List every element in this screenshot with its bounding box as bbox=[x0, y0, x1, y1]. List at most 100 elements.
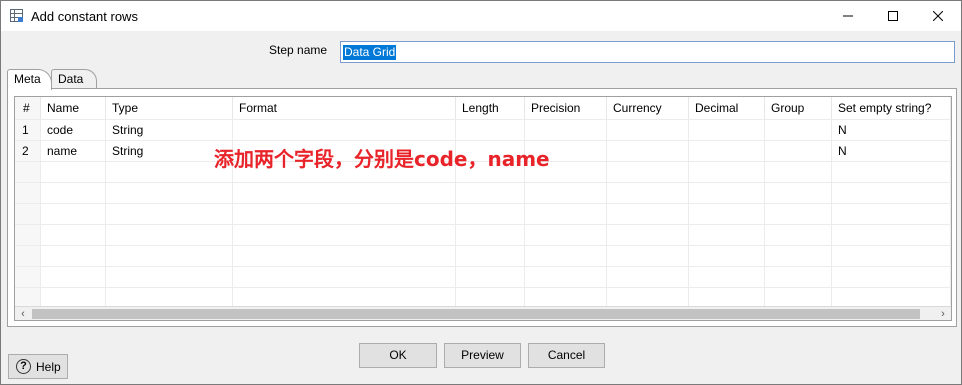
table-cell[interactable] bbox=[106, 246, 233, 266]
table-cell[interactable] bbox=[456, 120, 525, 140]
tab-meta[interactable]: Meta bbox=[7, 69, 52, 90]
table-cell[interactable] bbox=[765, 267, 832, 287]
scroll-left-icon[interactable]: ‹ bbox=[15, 307, 31, 320]
ok-button[interactable]: OK bbox=[359, 343, 437, 368]
table-cell[interactable] bbox=[525, 225, 607, 245]
table-cell[interactable] bbox=[765, 183, 832, 203]
table-cell[interactable] bbox=[233, 288, 456, 308]
table-cell[interactable] bbox=[689, 141, 765, 161]
table-cell[interactable] bbox=[765, 120, 832, 140]
table-cell[interactable] bbox=[233, 120, 456, 140]
table-cell[interactable] bbox=[525, 288, 607, 308]
table-cell[interactable] bbox=[525, 246, 607, 266]
table-cell[interactable] bbox=[41, 204, 106, 224]
table-cell[interactable] bbox=[832, 288, 951, 308]
column-header[interactable]: Set empty string? bbox=[832, 97, 951, 119]
empty-row[interactable] bbox=[15, 245, 951, 266]
scroll-right-icon[interactable]: › bbox=[935, 307, 951, 320]
empty-row[interactable] bbox=[15, 182, 951, 203]
table-cell[interactable] bbox=[765, 141, 832, 161]
table-cell[interactable] bbox=[607, 225, 689, 245]
table-cell[interactable] bbox=[689, 225, 765, 245]
table-cell[interactable] bbox=[689, 120, 765, 140]
step-name-input[interactable]: Data Grid bbox=[340, 41, 955, 63]
table-cell[interactable] bbox=[41, 225, 106, 245]
table-cell[interactable] bbox=[41, 267, 106, 287]
table-cell[interactable] bbox=[689, 246, 765, 266]
empty-row[interactable] bbox=[15, 224, 951, 245]
table-cell[interactable] bbox=[607, 183, 689, 203]
table-cell[interactable] bbox=[689, 204, 765, 224]
table-cell[interactable] bbox=[456, 267, 525, 287]
table-cell[interactable] bbox=[525, 120, 607, 140]
table-cell[interactable]: N bbox=[832, 120, 951, 140]
table-cell[interactable] bbox=[689, 183, 765, 203]
table-cell[interactable] bbox=[832, 162, 951, 182]
preview-button[interactable]: Preview bbox=[444, 343, 521, 368]
empty-row[interactable] bbox=[15, 203, 951, 224]
table-cell[interactable] bbox=[41, 288, 106, 308]
maximize-button[interactable] bbox=[870, 1, 916, 31]
table-cell[interactable] bbox=[607, 246, 689, 266]
empty-row[interactable] bbox=[15, 287, 951, 308]
help-button[interactable]: ? Help bbox=[8, 354, 68, 379]
table-cell[interactable] bbox=[689, 288, 765, 308]
table-cell[interactable] bbox=[106, 288, 233, 308]
minimize-button[interactable] bbox=[825, 1, 871, 31]
table-cell[interactable] bbox=[233, 267, 456, 287]
table-cell[interactable] bbox=[607, 204, 689, 224]
table-cell[interactable]: String bbox=[106, 120, 233, 140]
table-cell[interactable] bbox=[832, 204, 951, 224]
table-cell[interactable] bbox=[106, 225, 233, 245]
table-cell[interactable] bbox=[689, 162, 765, 182]
column-header[interactable]: Length bbox=[456, 97, 525, 119]
column-header[interactable]: Name bbox=[41, 97, 106, 119]
table-cell[interactable] bbox=[832, 267, 951, 287]
table-cell[interactable] bbox=[106, 267, 233, 287]
table-cell[interactable]: code bbox=[41, 120, 106, 140]
column-header[interactable]: Type bbox=[106, 97, 233, 119]
column-header[interactable]: Group bbox=[765, 97, 832, 119]
horizontal-scrollbar[interactable]: ‹ › bbox=[15, 306, 951, 320]
table-cell[interactable] bbox=[607, 141, 689, 161]
table-cell[interactable] bbox=[106, 183, 233, 203]
table-cell[interactable] bbox=[525, 183, 607, 203]
table-cell[interactable] bbox=[765, 246, 832, 266]
table-cell[interactable] bbox=[233, 246, 456, 266]
table-cell[interactable]: N bbox=[832, 141, 951, 161]
table-cell[interactable] bbox=[106, 204, 233, 224]
table-cell[interactable] bbox=[765, 162, 832, 182]
table-row[interactable]: 1 code String N bbox=[15, 119, 951, 140]
table-cell[interactable] bbox=[456, 183, 525, 203]
table-cell[interactable] bbox=[689, 267, 765, 287]
scrollbar-thumb[interactable] bbox=[32, 309, 920, 319]
table-cell[interactable] bbox=[456, 204, 525, 224]
table-cell[interactable] bbox=[233, 225, 456, 245]
table-cell[interactable] bbox=[233, 183, 456, 203]
table-cell[interactable] bbox=[41, 162, 106, 182]
table-cell[interactable]: name bbox=[41, 141, 106, 161]
tab-data[interactable]: Data bbox=[51, 69, 97, 88]
table-cell[interactable] bbox=[832, 183, 951, 203]
table-cell[interactable] bbox=[832, 225, 951, 245]
table-cell[interactable] bbox=[456, 288, 525, 308]
table-cell[interactable] bbox=[607, 267, 689, 287]
table-cell[interactable] bbox=[525, 267, 607, 287]
table-cell[interactable] bbox=[765, 225, 832, 245]
table-cell[interactable] bbox=[765, 204, 832, 224]
table-cell[interactable] bbox=[607, 162, 689, 182]
table-cell[interactable] bbox=[233, 204, 456, 224]
table-cell[interactable] bbox=[456, 225, 525, 245]
column-header[interactable]: Format bbox=[233, 97, 456, 119]
table-cell[interactable] bbox=[765, 288, 832, 308]
table-cell[interactable] bbox=[607, 288, 689, 308]
table-cell[interactable] bbox=[41, 246, 106, 266]
table-cell[interactable] bbox=[525, 204, 607, 224]
table-cell[interactable] bbox=[832, 246, 951, 266]
column-header[interactable]: Precision bbox=[525, 97, 607, 119]
close-button[interactable] bbox=[915, 1, 961, 31]
column-header[interactable]: Decimal bbox=[689, 97, 765, 119]
empty-row[interactable] bbox=[15, 266, 951, 287]
table-cell[interactable] bbox=[607, 120, 689, 140]
column-header[interactable]: Currency bbox=[607, 97, 689, 119]
